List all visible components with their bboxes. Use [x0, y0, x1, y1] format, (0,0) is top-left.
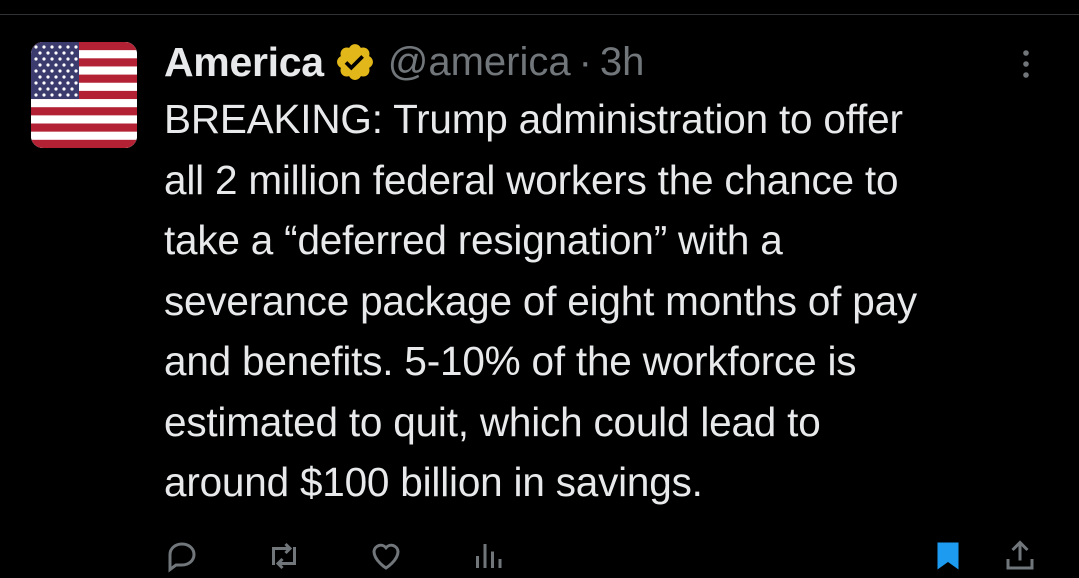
views-icon: [476, 544, 502, 568]
tweet-text: BREAKING: Trump administration to offer …: [164, 96, 917, 505]
repost-icon: [272, 542, 296, 570]
top-divider: [0, 0, 1079, 15]
tweet-header: America @america · 3h: [164, 36, 644, 88]
bookmark-icon: [937, 542, 959, 570]
timestamp[interactable]: 3h: [600, 40, 645, 85]
share-button[interactable]: [1002, 538, 1044, 574]
us-flag-icon: [31, 42, 137, 148]
more-vertical-icon[interactable]: [1006, 44, 1046, 84]
tweet-actions: [164, 538, 1044, 578]
share-icon: [1006, 540, 1034, 570]
verified-badge-icon[interactable]: [334, 41, 376, 83]
author-handle[interactable]: @america: [388, 40, 571, 85]
separator-dot: ·: [578, 39, 592, 84]
repost-button[interactable]: [266, 538, 308, 574]
bookmark-button[interactable]: [930, 538, 972, 574]
avatar[interactable]: [31, 42, 137, 148]
heart-icon: [372, 543, 400, 570]
display-name[interactable]: America: [164, 39, 324, 86]
reply-button[interactable]: [164, 538, 206, 574]
like-button[interactable]: [368, 538, 410, 574]
views-button[interactable]: [470, 538, 512, 574]
reply-icon: [168, 542, 196, 573]
